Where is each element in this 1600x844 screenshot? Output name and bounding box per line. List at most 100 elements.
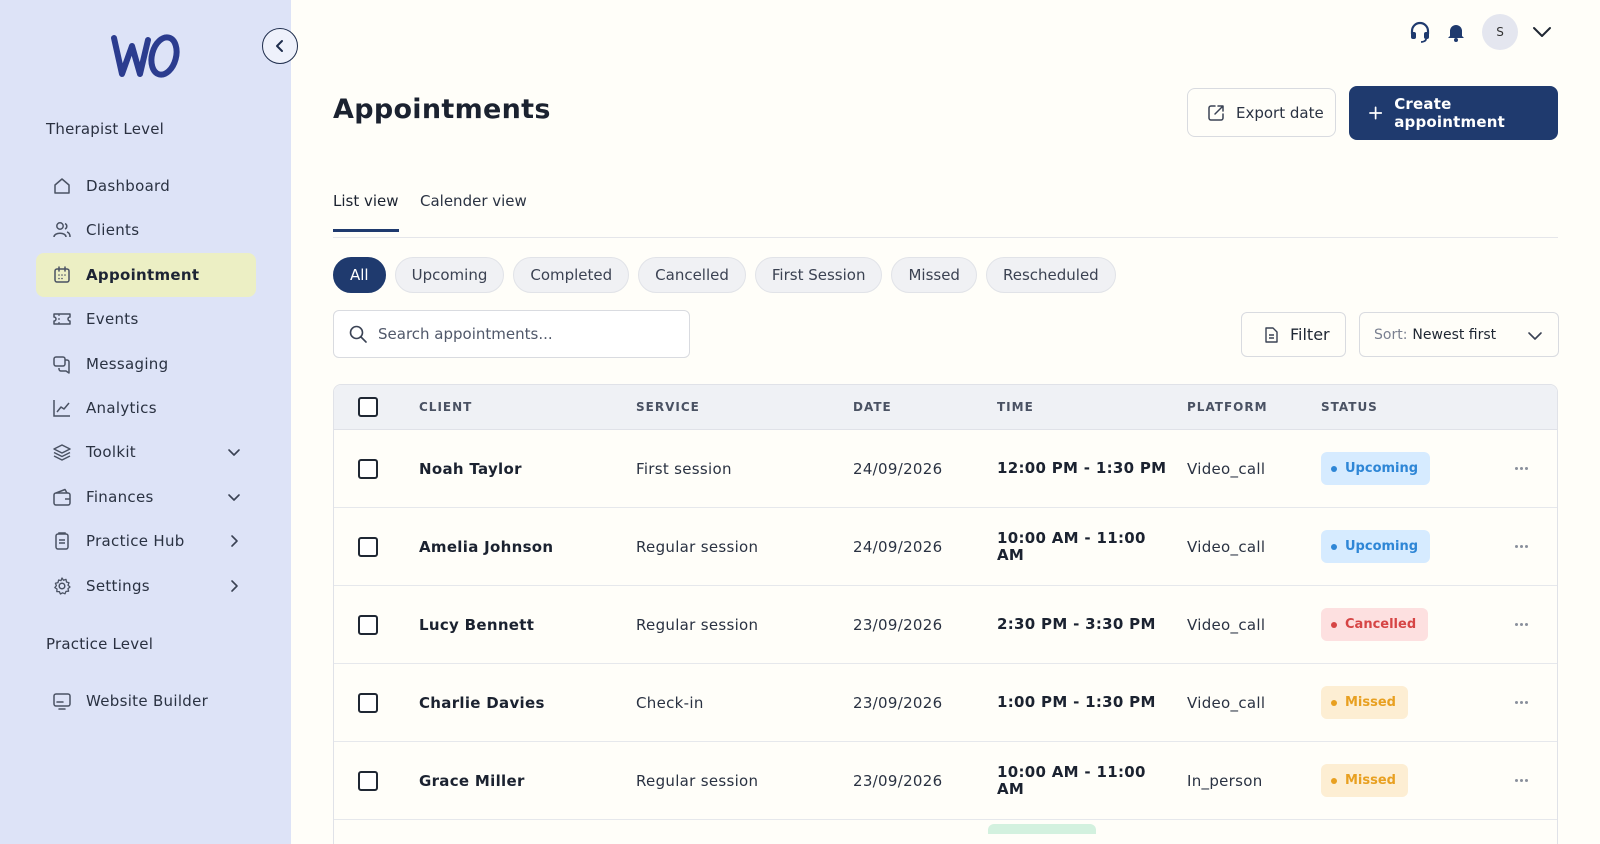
search-input[interactable] bbox=[378, 325, 678, 343]
service-cell: First session bbox=[636, 460, 732, 478]
sidebar-item-label: Messaging bbox=[86, 354, 169, 373]
search-box bbox=[333, 310, 690, 358]
appointments-table: CLIENT SERVICE DATE TIME PLATFORM STATUS… bbox=[333, 384, 1558, 844]
export-date-label: Export date bbox=[1236, 103, 1324, 122]
chevron-down-icon bbox=[1528, 332, 1542, 340]
table-row[interactable]: Lucy Bennett Regular session 23/09/2026 … bbox=[334, 586, 1557, 664]
time-cell: 10:00 AM - 11:00 AM bbox=[997, 763, 1146, 798]
sidebar-item-messaging[interactable]: Messaging bbox=[36, 342, 256, 386]
create-appointment-button[interactable]: Create appointment bbox=[1349, 86, 1558, 140]
sort-key-label: Sort: bbox=[1374, 326, 1408, 343]
wo-logo[interactable] bbox=[108, 26, 184, 86]
more-options-icon[interactable] bbox=[1509, 694, 1533, 710]
chat-icon bbox=[52, 354, 72, 374]
sidebar-item-dashboard[interactable]: Dashboard bbox=[36, 164, 256, 208]
collapse-sidebar-button[interactable] bbox=[262, 28, 298, 64]
service-cell: Regular session bbox=[636, 772, 759, 790]
sidebar-item-analytics[interactable]: Analytics bbox=[36, 386, 256, 430]
date-cell: 23/09/2026 bbox=[853, 694, 943, 712]
sidebar-item-practice-hub[interactable]: Practice Hub bbox=[36, 519, 256, 563]
column-header-status[interactable]: STATUS bbox=[1321, 400, 1378, 414]
more-options-icon[interactable] bbox=[1509, 538, 1533, 554]
users-icon bbox=[52, 220, 72, 240]
column-header-platform[interactable]: PLATFORM bbox=[1187, 400, 1268, 414]
filter-doc-icon bbox=[1265, 326, 1278, 343]
more-options-icon[interactable] bbox=[1509, 772, 1533, 788]
layers-icon bbox=[52, 442, 72, 462]
service-cell: Regular session bbox=[636, 538, 759, 556]
wallet-icon bbox=[52, 487, 72, 507]
table-row[interactable]: Charlie Davies Check-in 23/09/2026 1:00 … bbox=[334, 664, 1557, 742]
sidebar-item-finances[interactable]: Finances bbox=[36, 475, 256, 519]
table-row[interactable]: Noah Taylor First session 24/09/2026 12:… bbox=[334, 430, 1557, 508]
filter-button[interactable]: Filter bbox=[1241, 312, 1346, 357]
chevron-right-icon[interactable] bbox=[226, 578, 242, 594]
column-header-time[interactable]: TIME bbox=[997, 400, 1034, 414]
chevron-right-icon[interactable] bbox=[226, 533, 242, 549]
export-date-button[interactable]: Export date bbox=[1187, 88, 1336, 137]
chevron-down-icon[interactable] bbox=[226, 489, 242, 505]
date-cell: 24/09/2026 bbox=[853, 460, 943, 478]
sidebar-nav: Dashboard Clients Appointment Events Mes… bbox=[36, 164, 256, 608]
client-name: Amelia Johnson bbox=[419, 538, 554, 556]
column-header-service[interactable]: SERVICE bbox=[636, 400, 700, 414]
row-checkbox[interactable] bbox=[358, 459, 378, 479]
client-name: Grace Miller bbox=[419, 772, 525, 790]
sidebar-item-appointment[interactable]: Appointment bbox=[36, 252, 256, 297]
top-bar: S bbox=[1400, 14, 1600, 52]
chip-rescheduled[interactable]: Rescheduled bbox=[985, 257, 1116, 293]
chip-cancelled[interactable]: Cancelled bbox=[638, 257, 746, 293]
chip-missed[interactable]: Missed bbox=[891, 257, 977, 293]
status-badge: Cancelled bbox=[1321, 608, 1429, 641]
time-cell: 1:00 PM - 1:30 PM bbox=[997, 693, 1156, 711]
sidebar-item-toolkit[interactable]: Toolkit bbox=[36, 430, 256, 474]
sort-value: Newest first bbox=[1412, 326, 1497, 343]
platform-cell: In_person bbox=[1187, 772, 1263, 790]
sidebar-item-clients[interactable]: Clients bbox=[36, 208, 256, 252]
more-options-icon[interactable] bbox=[1509, 616, 1533, 632]
practice-level-label: Practice Level bbox=[46, 635, 154, 653]
chip-first-session[interactable]: First Session bbox=[754, 257, 883, 293]
more-options-icon[interactable] bbox=[1509, 460, 1533, 476]
external-link-icon bbox=[1208, 104, 1224, 121]
status-badge: Upcoming bbox=[1321, 452, 1431, 485]
tab-calendar-view[interactable]: Calender view bbox=[420, 192, 527, 232]
bell-icon[interactable] bbox=[1444, 20, 1468, 44]
sidebar-item-settings[interactable]: Settings bbox=[36, 564, 256, 608]
service-cell: Regular session bbox=[636, 616, 759, 634]
chip-completed[interactable]: Completed bbox=[513, 257, 630, 293]
time-cell: 2:30 PM - 3:30 PM bbox=[997, 615, 1156, 633]
sidebar-item-label: Events bbox=[86, 310, 139, 329]
chevron-left-icon bbox=[276, 40, 283, 52]
sidebar-item-label: Dashboard bbox=[86, 177, 171, 195]
chip-all[interactable]: All bbox=[333, 257, 386, 293]
sort-select[interactable]: Sort: Newest first bbox=[1359, 312, 1559, 357]
page-title: Appointments bbox=[333, 94, 551, 125]
time-cell: 10:00 AM - 11:00 AM bbox=[997, 529, 1146, 564]
sidebar-item-events[interactable]: Events bbox=[36, 297, 256, 341]
tab-list-view[interactable]: List view bbox=[333, 192, 399, 232]
select-all-checkbox[interactable] bbox=[358, 397, 378, 417]
avatar[interactable]: S bbox=[1482, 14, 1518, 50]
table-header: CLIENT SERVICE DATE TIME PLATFORM STATUS bbox=[334, 385, 1557, 430]
row-checkbox[interactable] bbox=[358, 537, 378, 557]
column-header-client[interactable]: CLIENT bbox=[419, 400, 472, 414]
sidebar-item-label: Appointment bbox=[86, 265, 200, 284]
chip-upcoming[interactable]: Upcoming bbox=[394, 257, 505, 293]
headset-icon[interactable] bbox=[1408, 20, 1432, 44]
sidebar-item-website-builder[interactable]: Website Builder bbox=[36, 679, 256, 723]
chevron-down-icon[interactable] bbox=[1530, 20, 1554, 44]
row-checkbox[interactable] bbox=[358, 615, 378, 635]
column-header-date[interactable]: DATE bbox=[853, 400, 892, 414]
date-cell: 23/09/2026 bbox=[853, 772, 943, 790]
sidebar-item-label: Website Builder bbox=[86, 692, 209, 710]
sidebar-item-label: Analytics bbox=[86, 398, 157, 417]
table-row[interactable]: Amelia Johnson Regular session 24/09/202… bbox=[334, 508, 1557, 586]
chevron-down-icon[interactable] bbox=[226, 444, 242, 460]
table-row[interactable]: Grace Miller Regular session 23/09/2026 … bbox=[334, 742, 1557, 820]
row-checkbox[interactable] bbox=[358, 771, 378, 791]
sidebar-item-label: Toolkit bbox=[86, 443, 136, 462]
client-name: Charlie Davies bbox=[419, 694, 545, 712]
row-checkbox[interactable] bbox=[358, 693, 378, 713]
platform-cell: Video_call bbox=[1187, 694, 1266, 712]
